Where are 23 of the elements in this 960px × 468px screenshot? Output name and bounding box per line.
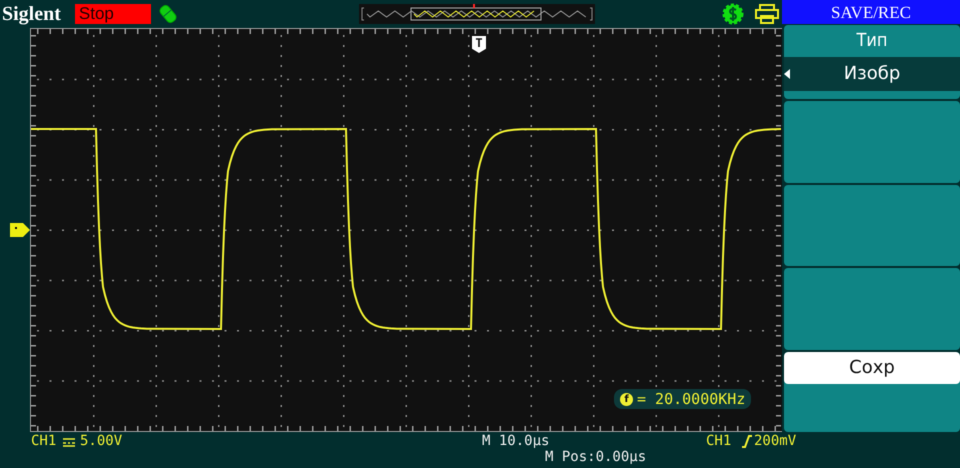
menu-option-button[interactable]: Тип Изобр (784, 25, 960, 99)
menu-blank-button[interactable] (784, 184, 960, 266)
menu-blank-button[interactable] (784, 268, 960, 350)
rising-edge-icon (741, 435, 753, 448)
printer-icon (754, 3, 780, 25)
run-state-indicator: Stop (74, 4, 151, 24)
brand-logo: Siglent (2, 2, 61, 26)
frequency-icon: f (620, 392, 633, 406)
option-value-text: Изобр (844, 63, 900, 84)
dollar-icon (722, 3, 744, 25)
timebase-readout: M 10.0μs (482, 433, 550, 449)
selector-arrow-icon (784, 69, 790, 79)
menu-title: SAVE/REC (782, 0, 960, 24)
menu-blank-button[interactable] (784, 101, 960, 183)
trigger-level: 200mV (754, 433, 796, 449)
channel-scale: 5.00V (80, 433, 122, 449)
horizontal-position-readout: M Pos:0.00μs (545, 449, 646, 465)
save-button[interactable]: Сохр (784, 352, 960, 432)
channel-label: CH1 (31, 433, 56, 449)
dc-coupling-icon (62, 437, 76, 447)
trigger-source: CH1 (706, 433, 732, 449)
trigger-position-marker: T (472, 36, 486, 53)
frequency-value: = 20.0000KHz (637, 390, 746, 408)
